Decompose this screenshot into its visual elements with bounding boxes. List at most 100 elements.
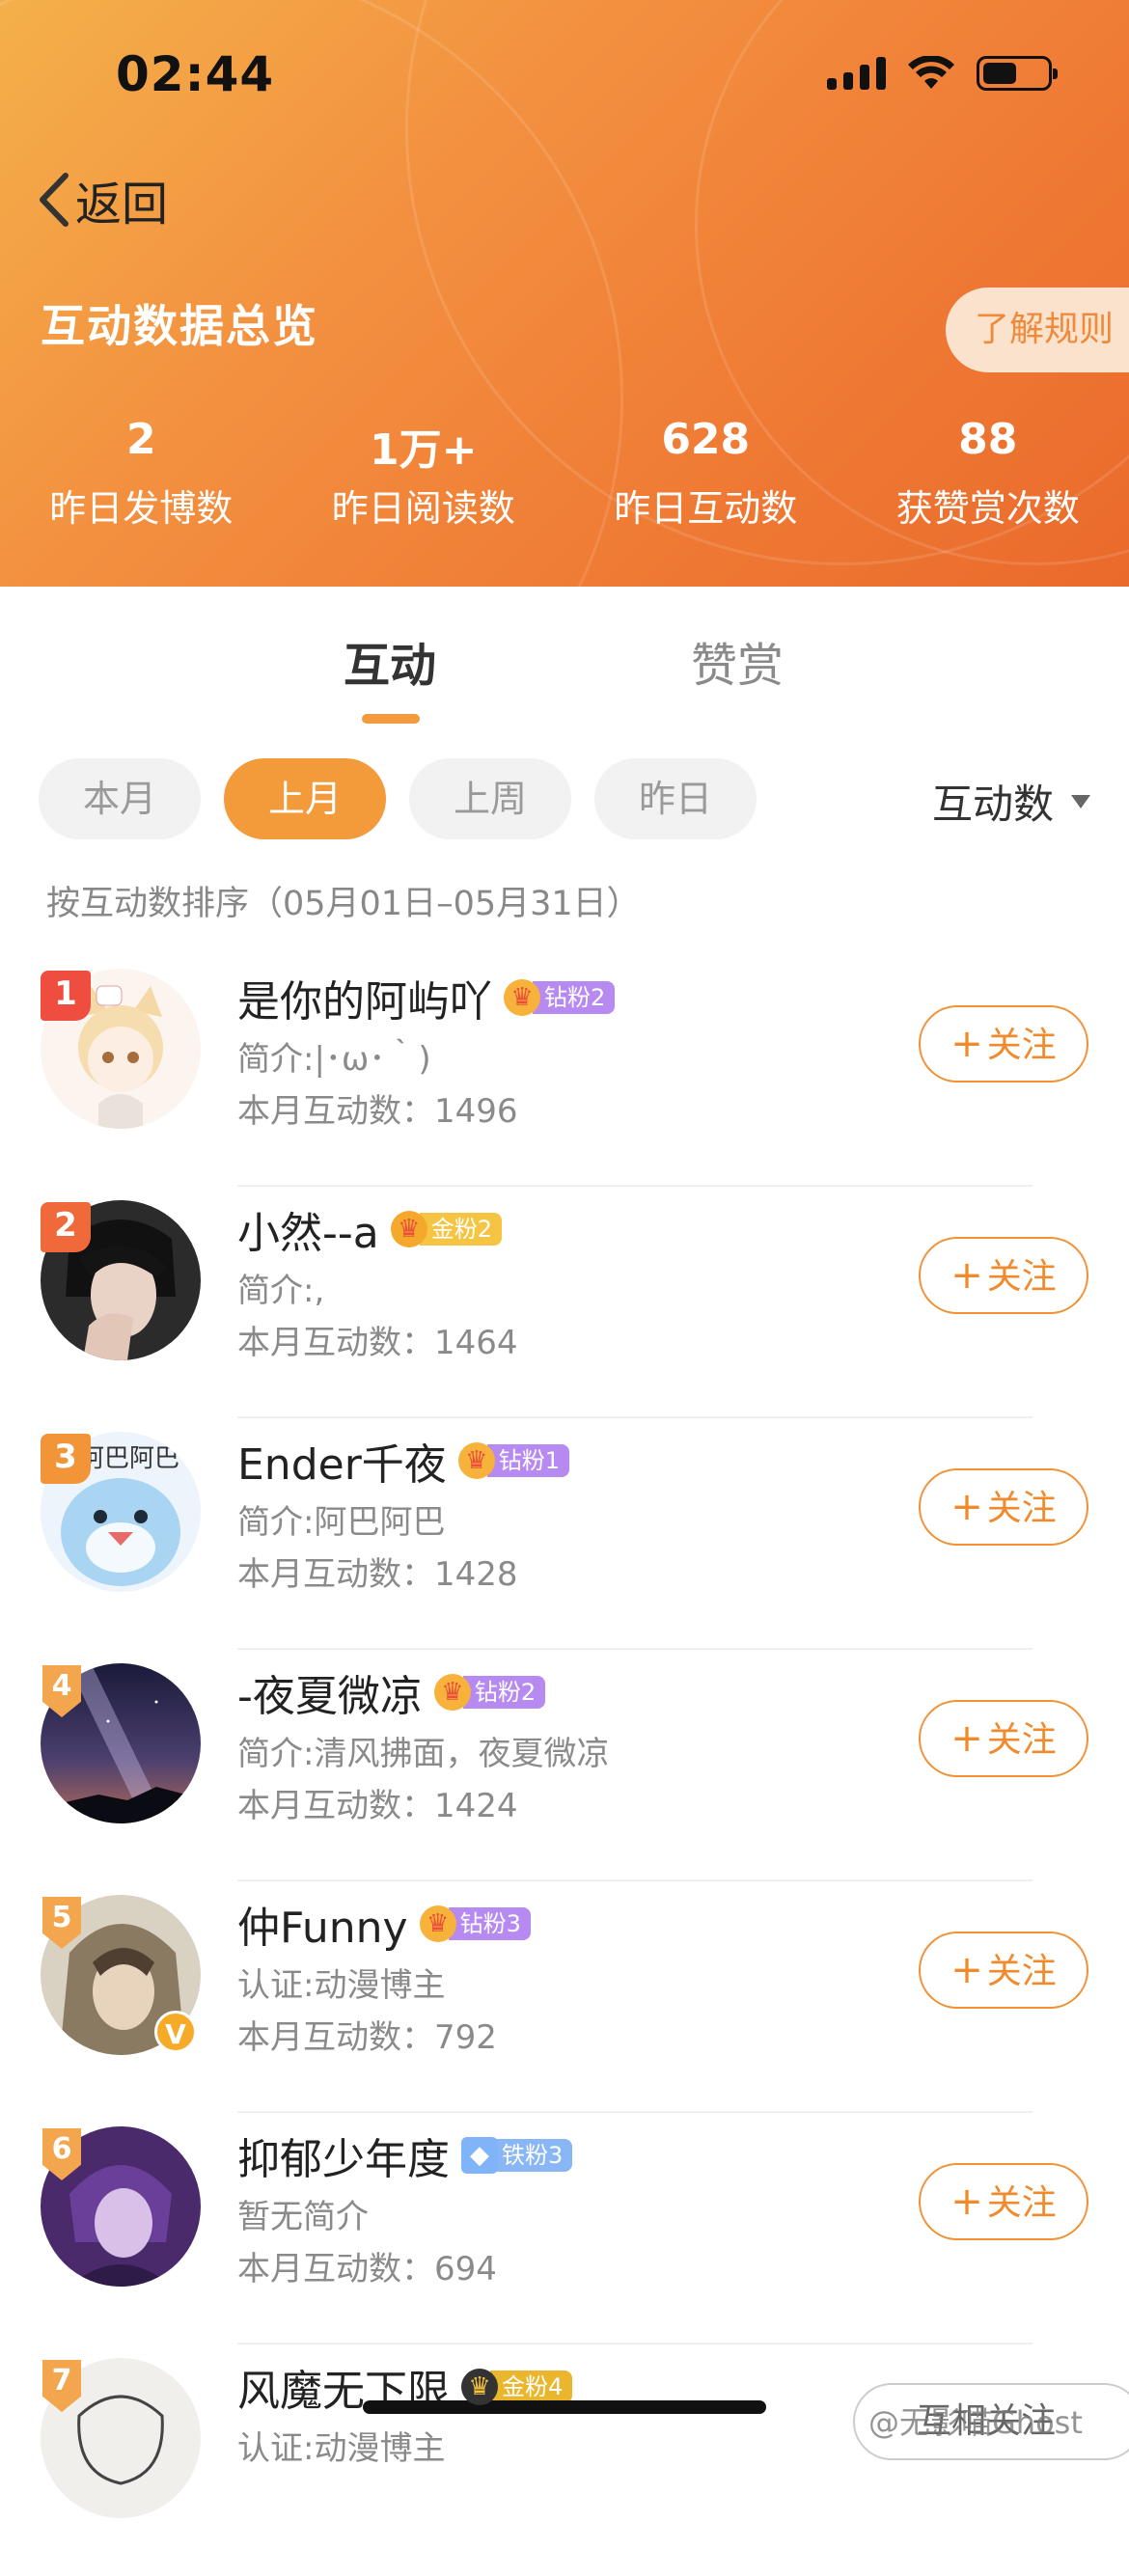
- fan-badge-label: 钻粉2: [533, 981, 615, 1014]
- tab-interaction[interactable]: 互动: [344, 627, 436, 695]
- fan-badge[interactable]: ♛ 钻粉3: [420, 1905, 531, 1942]
- fan-badge[interactable]: ♛ 钻粉2: [434, 1674, 545, 1711]
- user-name[interactable]: Ender千夜: [237, 1430, 447, 1492]
- plus-icon: +: [950, 1022, 983, 1066]
- sort-label: 互动数: [932, 772, 1054, 831]
- stat-label: 获赞赏次数: [847, 479, 1129, 532]
- list-item[interactable]: V 5 仲Funny ♛ 钻粉3 认证:动漫博主 本月互动数：792 +关注: [0, 1881, 1129, 2113]
- interaction-count: 本月互动数：1464: [237, 1316, 518, 1363]
- battery-icon: [977, 56, 1052, 91]
- user-name[interactable]: 小然--a: [237, 1198, 379, 1260]
- wifi-icon: [907, 56, 955, 91]
- stats-summary: 2 昨日发博数 1万+ 昨日阅读数 628 昨日互动数 88 获赞赏次数: [0, 415, 1129, 532]
- user-name[interactable]: -夜夏微凉: [237, 1661, 423, 1723]
- fan-badge-label: 钻粉1: [487, 1444, 569, 1477]
- follow-label: 关注: [987, 1489, 1057, 1528]
- interaction-count: 本月互动数：1496: [237, 1084, 518, 1132]
- user-name[interactable]: 是你的阿屿吖: [237, 967, 492, 1028]
- filter-last-week[interactable]: 上周: [409, 758, 571, 839]
- stat-reads: 1万+ 昨日阅读数: [283, 415, 565, 532]
- plus-icon: +: [950, 1253, 983, 1298]
- watermark: @无影喵Ghost: [868, 2398, 1083, 2443]
- stat-value: 628: [564, 415, 847, 473]
- verified-icon: V: [154, 2011, 197, 2053]
- list-item[interactable]: 7 风魔无下限 ♛ 金粉4 认证:动漫博主: [0, 2344, 1129, 2576]
- fan-badge-label: 铁粉3: [490, 2139, 572, 2172]
- interaction-count: 本月互动数：1424: [237, 1779, 518, 1826]
- rank-badge: 3: [41, 1434, 91, 1484]
- follow-button[interactable]: +关注: [919, 2163, 1088, 2240]
- stat-value: 2: [0, 415, 283, 473]
- interaction-count: 本月互动数：694: [237, 2242, 497, 2289]
- stat-posts: 2 昨日发博数: [0, 415, 283, 532]
- plus-icon: +: [950, 1948, 983, 1992]
- cellular-signal-icon: [827, 57, 886, 90]
- home-indicator[interactable]: [363, 2400, 766, 2414]
- stat-label: 昨日阅读数: [283, 479, 565, 532]
- status-bar: 02:44: [0, 0, 1129, 145]
- fan-badge[interactable]: ♛ 钻粉1: [458, 1442, 569, 1479]
- follow-label: 关注: [987, 1257, 1057, 1297]
- crown-icon: ♛: [461, 2369, 498, 2405]
- back-label: 返回: [75, 166, 168, 233]
- interaction-count: 本月互动数：792: [237, 2011, 497, 2058]
- list-item[interactable]: 4 -夜夏微凉 ♛ 钻粉2 简介:清风拂面，夜夏微凉 本月互动数：1424 +关…: [0, 1650, 1129, 1881]
- follow-label: 关注: [987, 2183, 1057, 2223]
- filter-yesterday[interactable]: 昨日: [594, 758, 757, 839]
- filter-last-month[interactable]: 上月: [224, 758, 386, 839]
- user-intro: 简介:,: [237, 1264, 324, 1311]
- list-item[interactable]: 6 抑郁少年度 ◆ 铁粉3 暂无简介 本月互动数：694 +关注: [0, 2113, 1129, 2344]
- plus-icon: +: [950, 2179, 983, 2224]
- rank-badge: 1: [41, 971, 91, 1021]
- back-button[interactable]: 返回: [37, 166, 168, 233]
- follow-button[interactable]: +关注: [919, 1005, 1088, 1082]
- plus-icon: +: [950, 1485, 983, 1529]
- crown-icon: ♛: [434, 1674, 471, 1711]
- diamond-icon: ◆: [461, 2137, 498, 2174]
- list-item[interactable]: 1 是你的阿屿吖 ♛ 钻粉2 简介:|･ω･｀) 本月互动数：1496 +关注: [0, 955, 1129, 1187]
- crown-icon: ♛: [504, 979, 540, 1016]
- fan-badge[interactable]: ♛ 金粉2: [391, 1211, 502, 1247]
- rank-badge: 2: [41, 1202, 91, 1252]
- user-name[interactable]: 仲Funny: [237, 1893, 408, 1955]
- user-intro: 简介:|･ω･｀): [237, 1032, 431, 1080]
- stat-label: 昨日发博数: [0, 479, 283, 532]
- follow-button[interactable]: +关注: [919, 1237, 1088, 1314]
- tab-tips[interactable]: 赞赏: [691, 627, 784, 695]
- tab-bar: 互动 赞赏: [0, 627, 1129, 724]
- follow-label: 关注: [987, 1952, 1057, 1991]
- crown-icon: ♛: [458, 1442, 495, 1479]
- interaction-count: 本月互动数：1428: [237, 1548, 518, 1595]
- stat-value: 1万+: [283, 415, 565, 473]
- follow-label: 关注: [987, 1026, 1057, 1065]
- tab-indicator: [362, 714, 420, 724]
- fan-badge[interactable]: ◆ 铁粉3: [461, 2137, 572, 2174]
- follow-button[interactable]: +关注: [919, 1468, 1088, 1546]
- stat-interactions: 628 昨日互动数: [564, 415, 847, 532]
- list-item[interactable]: 2 小然--a ♛ 金粉2 简介:, 本月互动数：1464 +关注: [0, 1187, 1129, 1418]
- user-intro: 暂无简介: [237, 2190, 369, 2237]
- sort-description: 按互动数排序（05月01日–05月31日）: [46, 876, 641, 925]
- sort-dropdown[interactable]: 互动数: [932, 772, 1090, 831]
- user-name[interactable]: 抑郁少年度: [237, 2124, 450, 2186]
- list-item[interactable]: 阿巴阿巴 3 Ender千夜 ♛ 钻粉1 简介:阿巴阿巴 本月互动数：1428 …: [0, 1418, 1129, 1650]
- fan-badge-label: 钻粉3: [449, 1907, 531, 1940]
- rules-button[interactable]: 了解规则: [946, 288, 1129, 372]
- chevron-left-icon: [37, 172, 69, 228]
- stat-tips: 88 获赞赏次数: [847, 415, 1129, 532]
- follow-button[interactable]: +关注: [919, 1700, 1088, 1777]
- fan-badge-label: 钻粉2: [463, 1676, 545, 1709]
- user-intro: 认证:动漫博主: [237, 1959, 445, 2006]
- follow-label: 关注: [987, 1720, 1057, 1760]
- stat-label: 昨日互动数: [564, 479, 847, 532]
- crown-icon: ♛: [420, 1905, 456, 1942]
- follow-button[interactable]: +关注: [919, 1932, 1088, 2009]
- filter-this-month[interactable]: 本月: [39, 758, 201, 839]
- user-intro: 简介:清风拂面，夜夏微凉: [237, 1727, 609, 1774]
- svg-text:阿巴阿巴: 阿巴阿巴: [79, 1444, 179, 1473]
- fan-badge-label: 金粉4: [490, 2370, 572, 2403]
- plus-icon: +: [950, 1716, 983, 1761]
- fan-badge[interactable]: ♛ 钻粉2: [504, 979, 615, 1016]
- header-banner: 02:44 返回 互动数据总览 了解规则 2 昨日发博数 1万+ 昨日阅读数: [0, 0, 1129, 587]
- stat-value: 88: [847, 415, 1129, 473]
